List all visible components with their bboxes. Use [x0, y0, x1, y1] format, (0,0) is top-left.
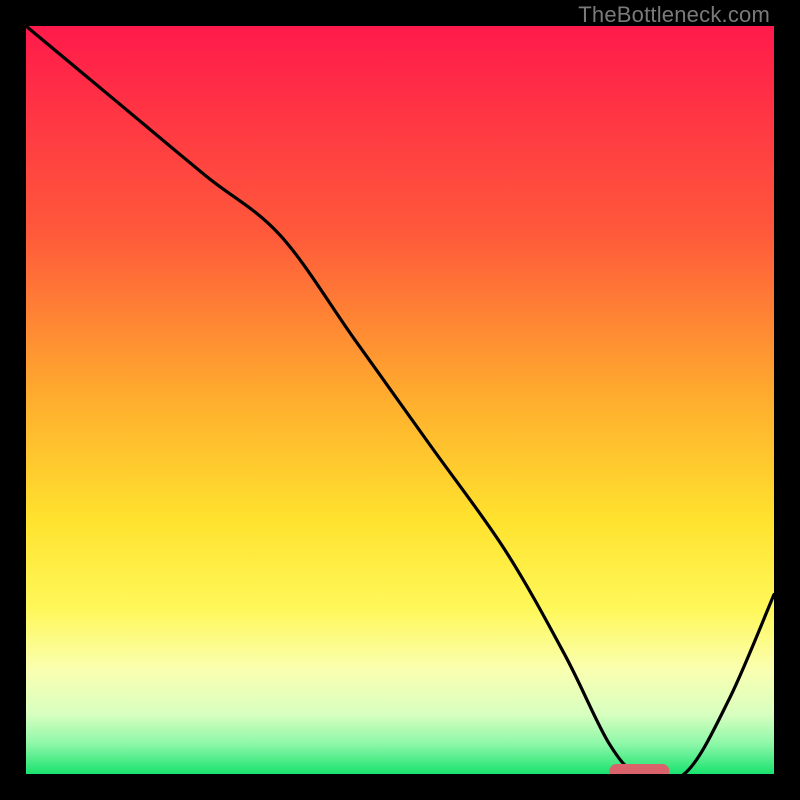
optimal-range-marker [609, 764, 669, 774]
gradient-background [26, 26, 774, 774]
watermark-text: TheBottleneck.com [578, 2, 770, 28]
chart-frame [26, 26, 774, 774]
bottleneck-chart [26, 26, 774, 774]
